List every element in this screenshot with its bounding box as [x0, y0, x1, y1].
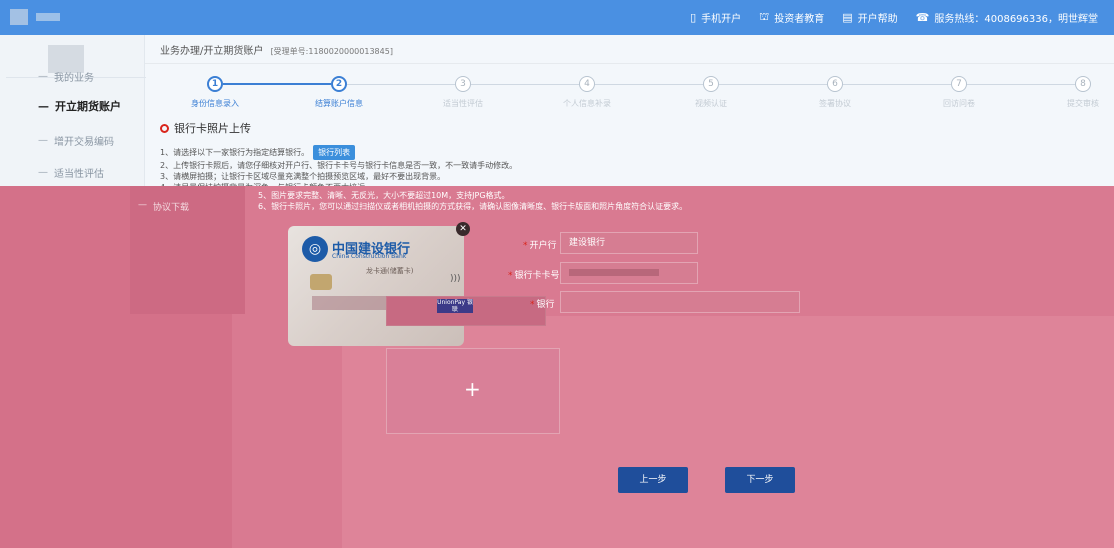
required-dot-icon [160, 123, 169, 133]
top-header: ▯ 手机开户 ⛫ 投资者教育 ▤ 开户帮助 ☎ 服务热线：4008696336，明世辉堂 [0, 0, 1114, 35]
logo-mark-icon [10, 9, 28, 25]
topnav-item[interactable]: ▯ 手机开户 [690, 10, 741, 25]
breadcrumb-path: 业务办理/开立期货账户 [160, 46, 264, 57]
step-connector [223, 83, 331, 85]
mobile-icon: ▯ [690, 11, 697, 24]
sidebar-item-label: 开立期货账户 [55, 100, 121, 113]
card-number-field[interactable] [560, 262, 698, 284]
plus-icon: + [464, 377, 481, 401]
note-line: 5、图片要求完整、清晰、无反光，大小不要超过10M，支持JPG格式。 [258, 191, 510, 200]
sidebar-item-my-business[interactable]: — 我的业务 [0, 64, 145, 88]
breadcrumb: 业务办理/开立期货账户 [受理单号:1180020000013845] [160, 42, 393, 57]
step-5-circle: 5 [703, 76, 719, 92]
topnav-label: 开户帮助 [857, 14, 898, 25]
upload-notes-cont: 5、图片要求完整、清晰、无反光，大小不要超过10M，支持JPG格式。 6、银行卡… [258, 190, 687, 212]
step-8-circle: 8 [1075, 76, 1091, 92]
progress-stepper: 1 身份信息录入 2 结算账户信息 3 适当性评估 4 个人信息补录 5 视频认证 6 签署协议 7 回访… [145, 64, 1114, 114]
step-6-label: 签署协议 [819, 99, 851, 108]
step-connector [471, 84, 579, 85]
upload-panel: 银行卡照片上传 1、请选择以下一家银行为指定结算银行。 银行列表 2、上传银行卡… [160, 120, 1100, 193]
note-line: 2、上传银行卡照后，请您仔细核对开户行、银行卡卡号与银行卡信息是否一致，不一致请… [160, 161, 518, 170]
step-2-label: 结算账户信息 [315, 99, 363, 108]
step-1-circle: 1 [207, 76, 223, 92]
step-7-label: 回访问卷 [943, 99, 975, 108]
unionpay-logo: UnionPay 银联 [437, 299, 473, 313]
bank-field[interactable]: 建设银行 [560, 232, 698, 254]
topnav-item[interactable]: ▤ 开户帮助 [842, 10, 897, 25]
topnav-item[interactable]: ☎ 服务热线：4008696336，明世辉堂 [916, 10, 1098, 25]
note-line: 6、银行卡照片，您可以通过扫描仪或者相机拍摄的方式获得，请确认图像清晰度、银行卡… [258, 202, 688, 211]
upload-dropzone[interactable]: + [386, 348, 560, 434]
site-logo[interactable] [10, 6, 170, 28]
bank-list-button[interactable]: 银行列表 [313, 145, 356, 160]
step-4-label: 个人信息补录 [563, 99, 611, 108]
prev-button[interactable]: 上一步 [618, 467, 688, 493]
step-4-circle: 4 [579, 76, 595, 92]
step-connector [595, 84, 703, 85]
step-connector [347, 84, 455, 85]
third-field-label: * 银行 [530, 300, 555, 310]
topnav-label: 服务热线：4008696336，明世辉堂 [934, 14, 1098, 25]
order-number: [受理单号:1180020000013845] [270, 47, 393, 56]
step-connector [719, 84, 827, 85]
next-button[interactable]: 下一步 [725, 467, 795, 493]
logo-name [36, 13, 60, 21]
sidebar-item-suitability[interactable]: — 适当性评估 [0, 160, 145, 184]
step-5-label: 视频认证 [695, 99, 727, 108]
sidebar-item-label: 协议下载 [153, 203, 190, 213]
card-image-strip: UnionPay 银联 [386, 296, 546, 326]
topnav-label: 手机开户 [701, 14, 742, 25]
sidebar-item-label: 我的业务 [54, 72, 94, 84]
step-6-circle: 6 [827, 76, 843, 92]
sidebar-item-open-account[interactable]: — 开立期货账户 [0, 94, 145, 118]
note-line: 3、请横屏拍摄；让银行卡区域尽量充满整个拍摄预览区域，最好不要出现背景。 [160, 172, 446, 181]
contactless-icon: ))) [450, 274, 461, 284]
step-8-label: 提交审核 [1067, 99, 1099, 108]
phone-icon: ☎ [915, 11, 930, 24]
step-1-label: 身份信息录入 [191, 99, 239, 108]
sidebar-item-agreement[interactable]: — 协议下载 [138, 200, 189, 213]
sidebar-item-trading-code[interactable]: — 增开交易编码 [0, 128, 145, 152]
card-number-label: * 银行卡卡号 [508, 271, 560, 281]
sidebar-item-label: 增开交易编码 [54, 136, 114, 148]
step-connector [967, 84, 1075, 85]
education-icon: ⛫ [759, 10, 770, 23]
topnav-label: 投资者教育 [774, 14, 825, 25]
bank-label: * 开户行 [523, 241, 557, 251]
step-connector [843, 84, 951, 85]
bank-card-image: ◎ 中国建设银行 China Construction Bank 龙卡通(储蓄卡… [288, 226, 464, 346]
ccb-logo-icon: ◎ [302, 236, 328, 262]
help-icon: ▤ [842, 11, 853, 24]
note-line: 1、请选择以下一家银行为指定结算银行。 银行列表 [160, 145, 1100, 160]
card-type: 龙卡通(储蓄卡) [366, 267, 414, 275]
step-7-circle: 7 [951, 76, 967, 92]
topnav-item[interactable]: ⛫ 投资者教育 [759, 10, 824, 25]
delete-image-icon[interactable]: ✕ [456, 222, 470, 236]
step-2-circle: 2 [331, 76, 347, 92]
step-3-label: 适当性评估 [443, 99, 483, 108]
step-3-circle: 3 [455, 76, 471, 92]
third-field[interactable] [560, 291, 800, 313]
sidebar-item-label: 适当性评估 [54, 168, 104, 180]
top-nav: ▯ 手机开户 ⛫ 投资者教育 ▤ 开户帮助 ☎ 服务热线：4008696336，明世辉堂 [690, 0, 1098, 35]
section-title: 银行卡照片上传 [160, 120, 1100, 136]
chip-icon [310, 274, 332, 290]
card-bank-en: China Construction Bank [332, 253, 407, 260]
masked-value [569, 269, 659, 276]
